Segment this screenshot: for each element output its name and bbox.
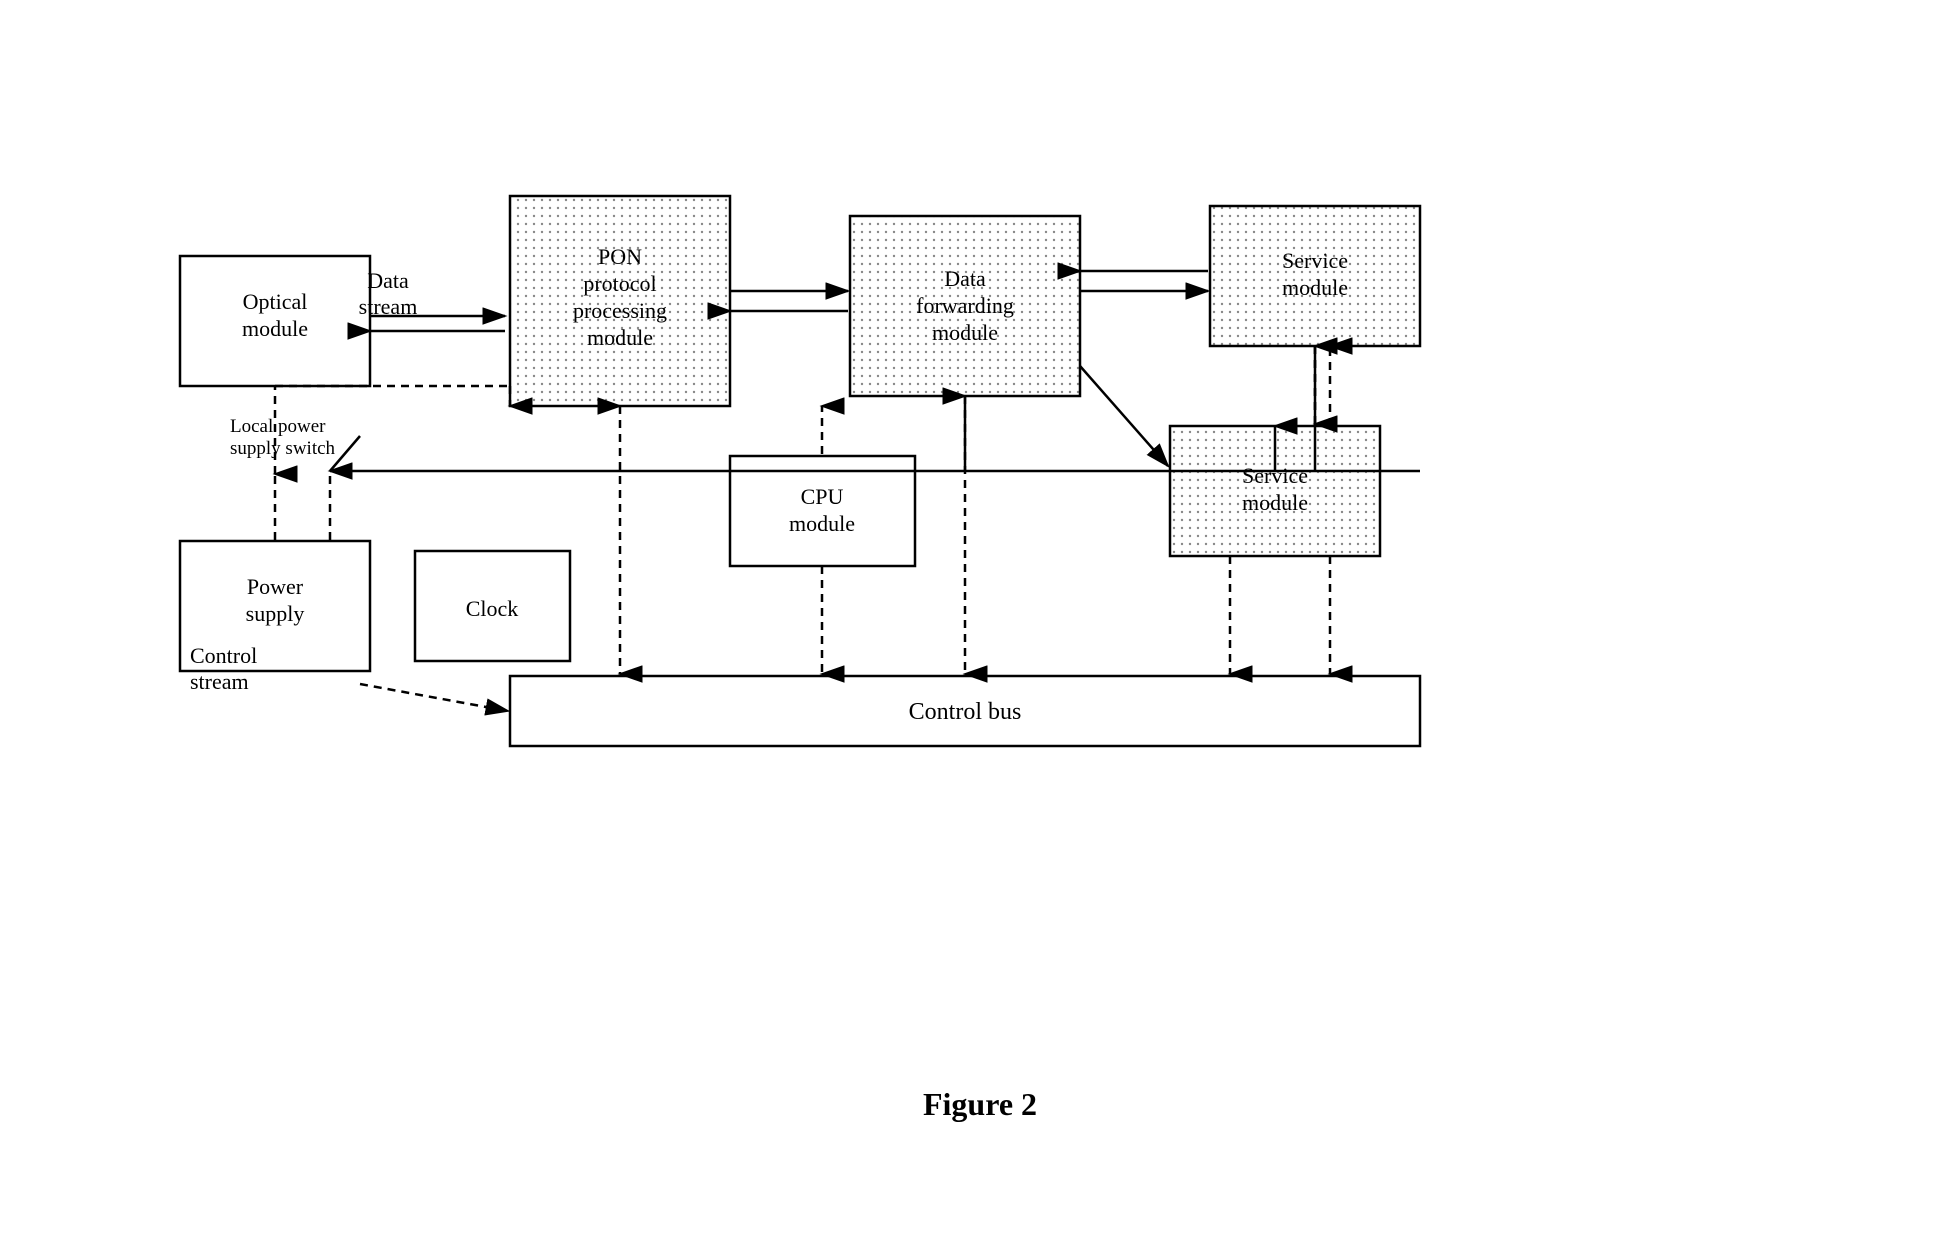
svg-text:stream: stream <box>190 669 249 694</box>
svg-text:stream: stream <box>359 294 418 319</box>
svg-text:supply switch: supply switch <box>230 438 336 459</box>
svg-text:module: module <box>1242 490 1308 515</box>
svg-text:Power: Power <box>247 574 304 599</box>
svg-text:Service: Service <box>1242 463 1308 488</box>
svg-text:processing: processing <box>573 298 667 323</box>
svg-text:forwarding: forwarding <box>916 293 1014 318</box>
svg-text:Control: Control <box>190 643 257 668</box>
diagram: Optical module PON protocol processing m… <box>130 116 1830 1066</box>
svg-text:Data: Data <box>944 266 986 291</box>
svg-text:Data: Data <box>367 268 409 293</box>
svg-text:Local power: Local power <box>230 416 326 437</box>
svg-text:protocol: protocol <box>583 271 656 296</box>
svg-text:module: module <box>587 325 653 350</box>
svg-text:module: module <box>1282 275 1348 300</box>
svg-text:Control bus: Control bus <box>909 699 1022 725</box>
svg-text:Optical: Optical <box>243 289 308 314</box>
svg-text:Clock: Clock <box>466 596 519 621</box>
svg-text:module: module <box>242 316 308 341</box>
svg-text:module: module <box>932 320 998 345</box>
svg-text:CPU: CPU <box>801 484 844 509</box>
diagram-svg: Optical module PON protocol processing m… <box>130 116 1830 1066</box>
svg-text:supply: supply <box>246 601 305 626</box>
figure-caption: Figure 2 <box>923 1086 1037 1123</box>
svg-text:Service: Service <box>1282 248 1348 273</box>
svg-text:PON: PON <box>598 244 642 269</box>
svg-text:module: module <box>789 511 855 536</box>
